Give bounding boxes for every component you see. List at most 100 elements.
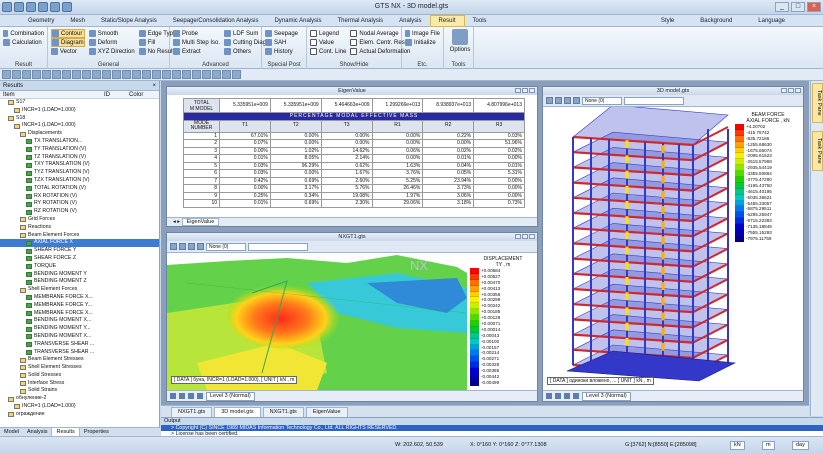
tree-item[interactable]: Beam Element Forces [0, 232, 159, 240]
capture-icon[interactable] [232, 70, 241, 79]
show-icon[interactable] [122, 70, 131, 79]
task-pane-tab-2[interactable]: Task Pane [812, 131, 823, 171]
tree-item[interactable]: обнуление-2 [0, 395, 159, 403]
minimize-icon[interactable] [515, 88, 521, 93]
filter-icon[interactable] [162, 70, 171, 79]
vector-button[interactable]: Vector [51, 47, 85, 56]
tree-item[interactable]: ограждение [0, 411, 159, 419]
tree-item[interactable]: BENDING MOMENT Y... [0, 325, 159, 333]
task-pane-tab-1[interactable]: Task Pane [812, 83, 823, 123]
tree-item[interactable]: BENDING MOMENT Y [0, 271, 159, 279]
menu-tools[interactable]: Tools [465, 15, 495, 27]
close-icon[interactable] [529, 88, 535, 93]
view-zoom-icon[interactable] [555, 97, 562, 104]
snap-icon[interactable] [182, 70, 191, 79]
menu-language[interactable]: Language [750, 15, 793, 27]
unit-force-select[interactable]: kN [730, 441, 745, 450]
side-view-icon[interactable] [82, 70, 91, 79]
legend-toggle[interactable]: Legend [310, 29, 346, 38]
menu-result[interactable]: Result [429, 14, 465, 27]
tree-item[interactable]: TXY TRANSLATION (V) [0, 161, 159, 169]
pan-icon[interactable] [22, 70, 31, 79]
tree-item[interactable]: MEMBRANE FORCE X... [0, 294, 159, 302]
tree-item[interactable]: AXIAL FORCE X [0, 239, 159, 248]
tree-item[interactable]: S17 [0, 99, 159, 107]
tree-item[interactable]: TOTAL ROTATION (V) [0, 185, 159, 193]
view-select-icon[interactable] [170, 243, 177, 250]
next-step-icon[interactable] [197, 393, 203, 399]
maximize-icon[interactable] [522, 88, 528, 93]
tab-model[interactable]: Model [0, 428, 23, 436]
view-select-icon[interactable] [546, 97, 553, 104]
level-dropdown[interactable]: Level 3 (Normal) [206, 391, 255, 401]
tree-item[interactable]: Solid Stresses [0, 372, 159, 380]
contour-button[interactable]: Contour [51, 29, 85, 38]
tree-item[interactable]: BENDING MOMENT Z [0, 278, 159, 286]
iso-view-icon[interactable] [52, 70, 61, 79]
menu-dynamic[interactable]: Dynamic Analysis [266, 15, 329, 27]
doc-tab-nxgt1-2[interactable]: NXGT1.gts [262, 407, 304, 417]
menu-background[interactable]: Background [692, 15, 740, 27]
tree-item[interactable]: TORQUE [0, 263, 159, 271]
menu-seepage[interactable]: Seepage/Consolidation Analysis [165, 15, 267, 27]
prev-step-icon[interactable] [564, 393, 570, 399]
stop-icon[interactable] [179, 393, 185, 399]
menu-geometry[interactable]: Geometry [20, 15, 62, 27]
next-step-icon[interactable] [573, 393, 579, 399]
zoom-icon[interactable] [12, 70, 21, 79]
view-fit-icon[interactable] [197, 243, 204, 250]
tree-item[interactable]: Displacements [0, 130, 159, 138]
tree-item[interactable]: Interface Stress [0, 380, 159, 388]
view-fit-icon[interactable] [573, 97, 580, 104]
stop-icon[interactable] [555, 393, 561, 399]
menu-thermal[interactable]: Thermal Analysis [329, 15, 391, 27]
deform-dropdown[interactable]: Deform [88, 38, 135, 47]
play-icon[interactable] [546, 393, 552, 399]
front-view-icon[interactable] [62, 70, 71, 79]
tree-item[interactable]: RY ROTATION (V) [0, 200, 159, 208]
doc-tab-nxgt1[interactable]: NXGT1.gts [171, 407, 213, 417]
tree-item[interactable]: TRANSVERSE SHEAR ... [0, 349, 159, 357]
image-file-button[interactable]: Image File [405, 29, 440, 38]
tree-item[interactable]: Shell Element Stresses [0, 364, 159, 372]
top-view-icon[interactable] [72, 70, 81, 79]
doc-tab-eigenvalue[interactable]: EigenValue [305, 407, 348, 417]
close-panel-icon[interactable]: × [152, 81, 156, 91]
tree-item[interactable]: SHEAR FORCE Z [0, 255, 159, 263]
tree-item[interactable]: SHEAR FORCE Y [0, 247, 159, 255]
maximize-button[interactable]: □ [791, 2, 805, 12]
view-zoom-icon[interactable] [179, 243, 186, 250]
minimize-icon[interactable] [515, 234, 521, 239]
multi-step-iso-button[interactable]: Multi Step Iso. [173, 38, 220, 47]
sah-button[interactable]: SAH [265, 38, 303, 47]
measure-icon[interactable] [192, 70, 201, 79]
select-icon[interactable] [2, 70, 11, 79]
tree-item[interactable]: BENDING MOMENT X... [0, 333, 159, 341]
layer-dropdown[interactable]: None (0) [582, 96, 622, 105]
diagram-button[interactable]: Diagram [51, 38, 85, 47]
tab-analysis[interactable]: Analysis [23, 428, 51, 436]
tree-item[interactable]: TY TRANSLATION (V) [0, 146, 159, 154]
prev-step-icon[interactable] [188, 393, 194, 399]
tree-item[interactable]: Shell Element Forces [0, 286, 159, 294]
close-button[interactable]: × [807, 2, 821, 12]
tree-item[interactable]: MEMBRANE FORCE Y... [0, 302, 159, 310]
mesh-icon[interactable] [132, 70, 141, 79]
maximize-icon[interactable] [788, 88, 794, 93]
history-dropdown[interactable]: History [265, 47, 303, 56]
column-item[interactable]: Item [0, 91, 104, 98]
tab-properties[interactable]: Properties [80, 428, 113, 436]
tree-item[interactable]: Grid Forces [0, 216, 159, 224]
wire-icon[interactable] [92, 70, 101, 79]
tree-item[interactable]: INCR=1 (LOAD=1.000) [0, 403, 159, 411]
tree-item[interactable]: S18 [0, 115, 159, 123]
value-toggle[interactable]: Value [310, 38, 346, 47]
minimize-icon[interactable] [781, 88, 787, 93]
filter-dropdown[interactable] [248, 242, 308, 251]
filter-dropdown[interactable] [624, 96, 684, 105]
tab-results[interactable]: Results [51, 428, 80, 436]
grid-icon[interactable] [172, 70, 181, 79]
doc-tab-3d-model[interactable]: 3D model.gts [214, 407, 261, 417]
shade-icon[interactable] [102, 70, 111, 79]
level-dropdown[interactable]: Level 3 (Normal) [582, 391, 631, 401]
